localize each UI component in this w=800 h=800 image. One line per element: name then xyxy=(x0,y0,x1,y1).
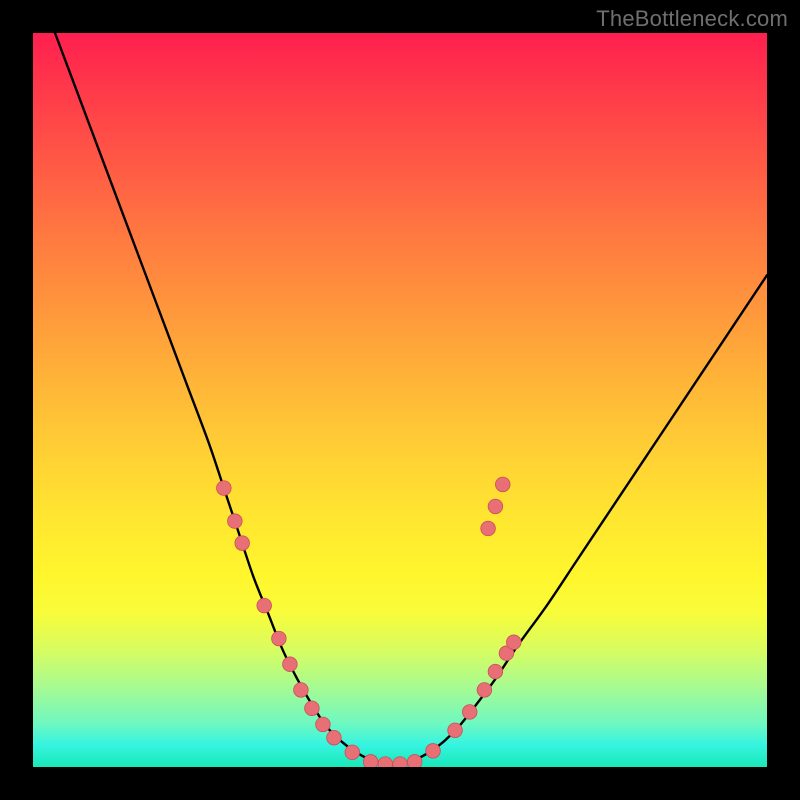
curve-marker xyxy=(488,664,503,679)
curve-marker xyxy=(393,757,408,767)
curve-markers-group xyxy=(217,477,522,767)
curve-marker xyxy=(477,683,492,698)
curve-marker xyxy=(283,657,298,672)
curve-marker xyxy=(363,755,378,767)
curve-marker xyxy=(407,755,422,767)
curve-marker xyxy=(448,723,463,738)
curve-marker xyxy=(217,481,232,496)
curve-marker xyxy=(495,477,510,492)
curve-marker xyxy=(316,717,331,732)
curve-marker xyxy=(378,757,393,767)
bottleneck-curve-line xyxy=(55,33,767,764)
curve-marker xyxy=(506,635,521,650)
curve-marker xyxy=(327,730,342,745)
curve-marker xyxy=(462,705,477,720)
curve-marker xyxy=(481,521,496,536)
curve-marker xyxy=(345,745,360,760)
curve-marker xyxy=(235,536,250,551)
curve-marker xyxy=(272,631,287,646)
curve-marker xyxy=(228,514,243,529)
watermark-text: TheBottleneck.com xyxy=(596,6,788,32)
curve-marker xyxy=(305,701,320,716)
curve-marker xyxy=(488,499,503,514)
curve-marker xyxy=(294,683,309,698)
curve-marker xyxy=(257,598,272,613)
chart-svg xyxy=(33,33,767,767)
chart-plot-area xyxy=(33,33,767,767)
curve-marker xyxy=(426,744,441,759)
